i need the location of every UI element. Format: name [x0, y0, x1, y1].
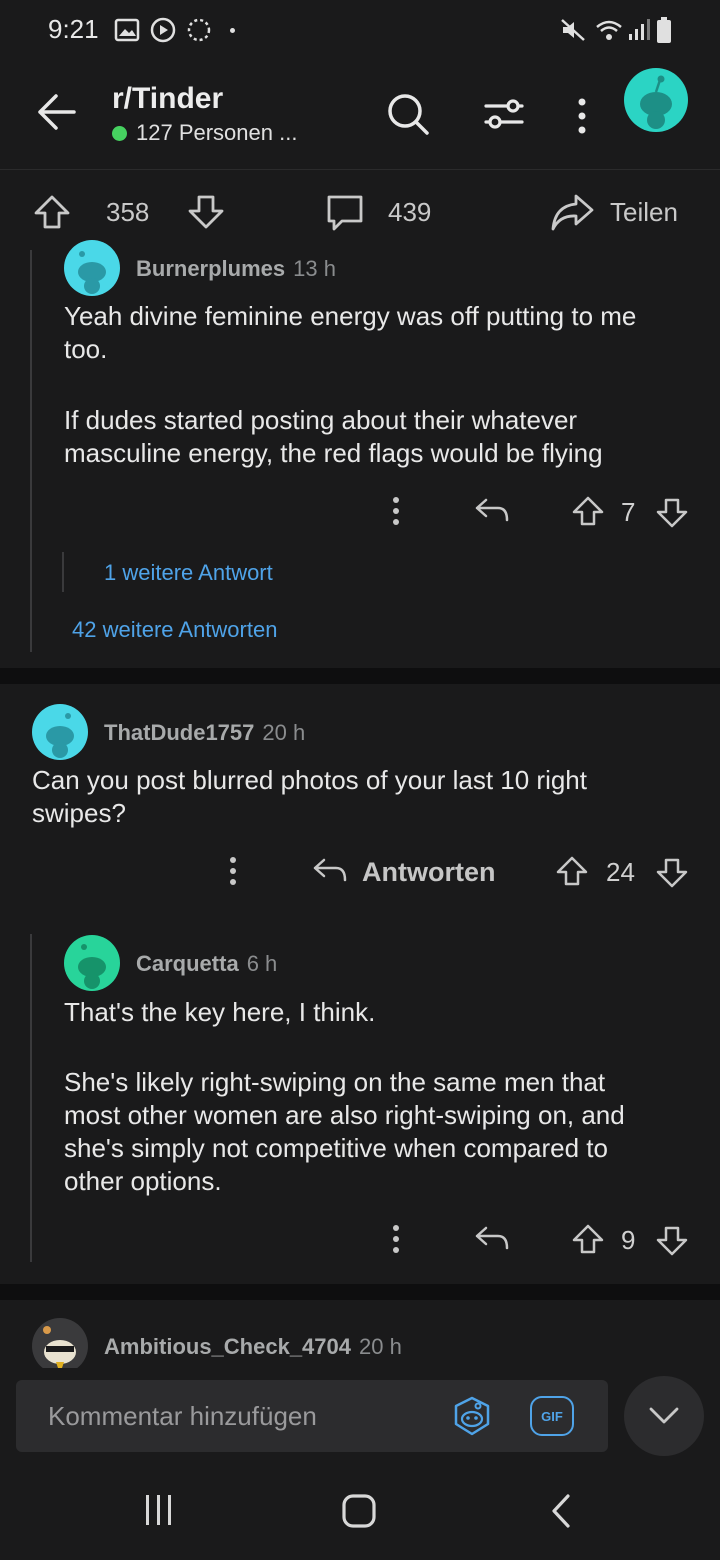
reply-button[interactable]: Antworten — [362, 857, 495, 888]
share-icon[interactable] — [550, 192, 594, 232]
subreddit-header: r/Tinder 127 Personen ... — [0, 60, 720, 170]
play-circle-icon — [150, 17, 176, 43]
comment-body-paragraph: If dudes started posting about their wha… — [64, 404, 603, 470]
post-action-bar: 358 439 Teilen — [0, 172, 720, 250]
home-icon[interactable] — [340, 1492, 378, 1530]
thread-line[interactable] — [30, 250, 32, 652]
reply-icon[interactable] — [312, 856, 348, 886]
comment-vote-count: 9 — [621, 1225, 636, 1255]
user-avatar[interactable] — [624, 68, 688, 132]
comment-line: swipes? — [32, 798, 126, 828]
battery-icon — [657, 17, 671, 43]
comment-divider — [0, 1284, 720, 1300]
username[interactable]: Carquetta — [136, 951, 239, 976]
comment-line: Yeah divine feminine energy was off putt… — [64, 301, 637, 331]
snoo-emoji-icon[interactable] — [450, 1394, 494, 1438]
avatar[interactable] — [32, 704, 88, 760]
nested-thread-line[interactable] — [62, 552, 64, 592]
comment-body: That's the key here, I think. — [64, 996, 375, 1029]
back-arrow-icon[interactable] — [34, 90, 78, 134]
comment-body-paragraph: She's likely right-swiping on the same m… — [64, 1066, 625, 1198]
recent-apps-icon[interactable] — [142, 1492, 176, 1528]
gif-button[interactable]: GIF — [530, 1396, 574, 1436]
comment-age: 13 h — [293, 256, 336, 281]
online-count: 127 Personen ... — [112, 120, 297, 146]
comment-author[interactable]: ThatDude1757 20 h — [104, 720, 305, 746]
status-bar: 9:21 — [0, 0, 720, 60]
subreddit-name[interactable]: r/Tinder — [112, 82, 223, 116]
wifi-icon — [596, 20, 622, 40]
comment-author[interactable]: Burnerplumes 13 h — [136, 256, 336, 282]
comment-vote-count: 7 — [621, 497, 636, 527]
reply-icon[interactable] — [474, 1224, 510, 1254]
avatar[interactable] — [32, 1318, 88, 1374]
signal-icon — [629, 19, 650, 40]
comment-line: If dudes started posting about their wha… — [64, 405, 578, 435]
comment-divider — [0, 668, 720, 684]
comment-age: 6 h — [246, 951, 278, 976]
reply-icon[interactable] — [474, 496, 510, 526]
notification-dot-icon — [230, 28, 235, 33]
comment-line: she's simply not competitive when compar… — [64, 1133, 608, 1163]
upvote-icon[interactable] — [572, 496, 604, 526]
gallery-icon — [114, 18, 140, 42]
post-vote-count: 358 — [106, 197, 150, 227]
comment-line: masculine energy, the red flags would be… — [64, 438, 603, 468]
comment-more-icon[interactable] — [388, 1224, 404, 1254]
comment-line: other options. — [64, 1166, 222, 1196]
upvote-icon[interactable] — [556, 856, 588, 886]
back-icon[interactable] — [548, 1492, 574, 1530]
mute-icon — [561, 19, 585, 41]
avatar[interactable] — [64, 935, 120, 991]
status-time: 9:21 — [48, 14, 99, 44]
comment-icon[interactable] — [326, 194, 364, 232]
more-options-icon[interactable] — [574, 96, 590, 136]
comment-more-icon[interactable] — [388, 496, 404, 526]
more-replies-link[interactable]: 1 weitere Antwort — [104, 560, 273, 586]
comment-author[interactable]: Ambitious_Check_4704 20 h — [104, 1334, 402, 1360]
comment-line: most other women are also right-swiping … — [64, 1100, 625, 1130]
comment-author[interactable]: Carquetta 6 h — [136, 951, 277, 977]
username[interactable]: ThatDude1757 — [104, 720, 254, 745]
online-count-text: 127 Personen ... — [136, 120, 298, 145]
downvote-icon[interactable] — [656, 858, 688, 888]
search-icon[interactable] — [386, 92, 430, 136]
next-comment-button[interactable] — [624, 1376, 704, 1456]
upvote-icon[interactable] — [572, 1224, 604, 1254]
upvote-icon[interactable] — [33, 194, 71, 230]
comment-line: She's likely right-swiping on the same m… — [64, 1067, 606, 1097]
comment-body: Can you post blurred photos of your last… — [32, 764, 587, 830]
comment-line: too. — [64, 334, 108, 364]
downvote-icon[interactable] — [656, 1226, 688, 1256]
comment-more-icon[interactable] — [225, 856, 241, 886]
comment-line: Can you post blurred photos of your last… — [32, 765, 587, 795]
system-nav-bar — [0, 1460, 720, 1560]
share-label[interactable]: Teilen — [610, 197, 678, 228]
comment-input[interactable]: Kommentar hinzufügen GIF — [16, 1380, 608, 1452]
downvote-icon[interactable] — [656, 498, 688, 528]
more-replies-link[interactable]: 42 weitere Antworten — [72, 617, 277, 643]
comment-age: 20 h — [359, 1334, 402, 1359]
avatar[interactable] — [64, 240, 120, 296]
loading-icon — [187, 18, 211, 42]
thread-line[interactable] — [30, 934, 32, 1262]
username[interactable]: Ambitious_Check_4704 — [104, 1334, 351, 1359]
post-comment-count: 439 — [388, 197, 432, 227]
comment-age: 20 h — [262, 720, 306, 745]
comment-line: That's the key here, I think. — [64, 997, 376, 1027]
online-dot-icon — [112, 125, 127, 141]
comment-input-placeholder: Kommentar hinzufügen — [48, 1401, 317, 1431]
downvote-icon[interactable] — [187, 194, 225, 230]
username[interactable]: Burnerplumes — [136, 256, 285, 281]
comment-body: Yeah divine feminine energy was off putt… — [64, 300, 636, 366]
comment-vote-count: 24 — [606, 857, 635, 887]
chevron-down-icon — [649, 1407, 679, 1424]
sort-filter-icon[interactable] — [484, 96, 524, 132]
